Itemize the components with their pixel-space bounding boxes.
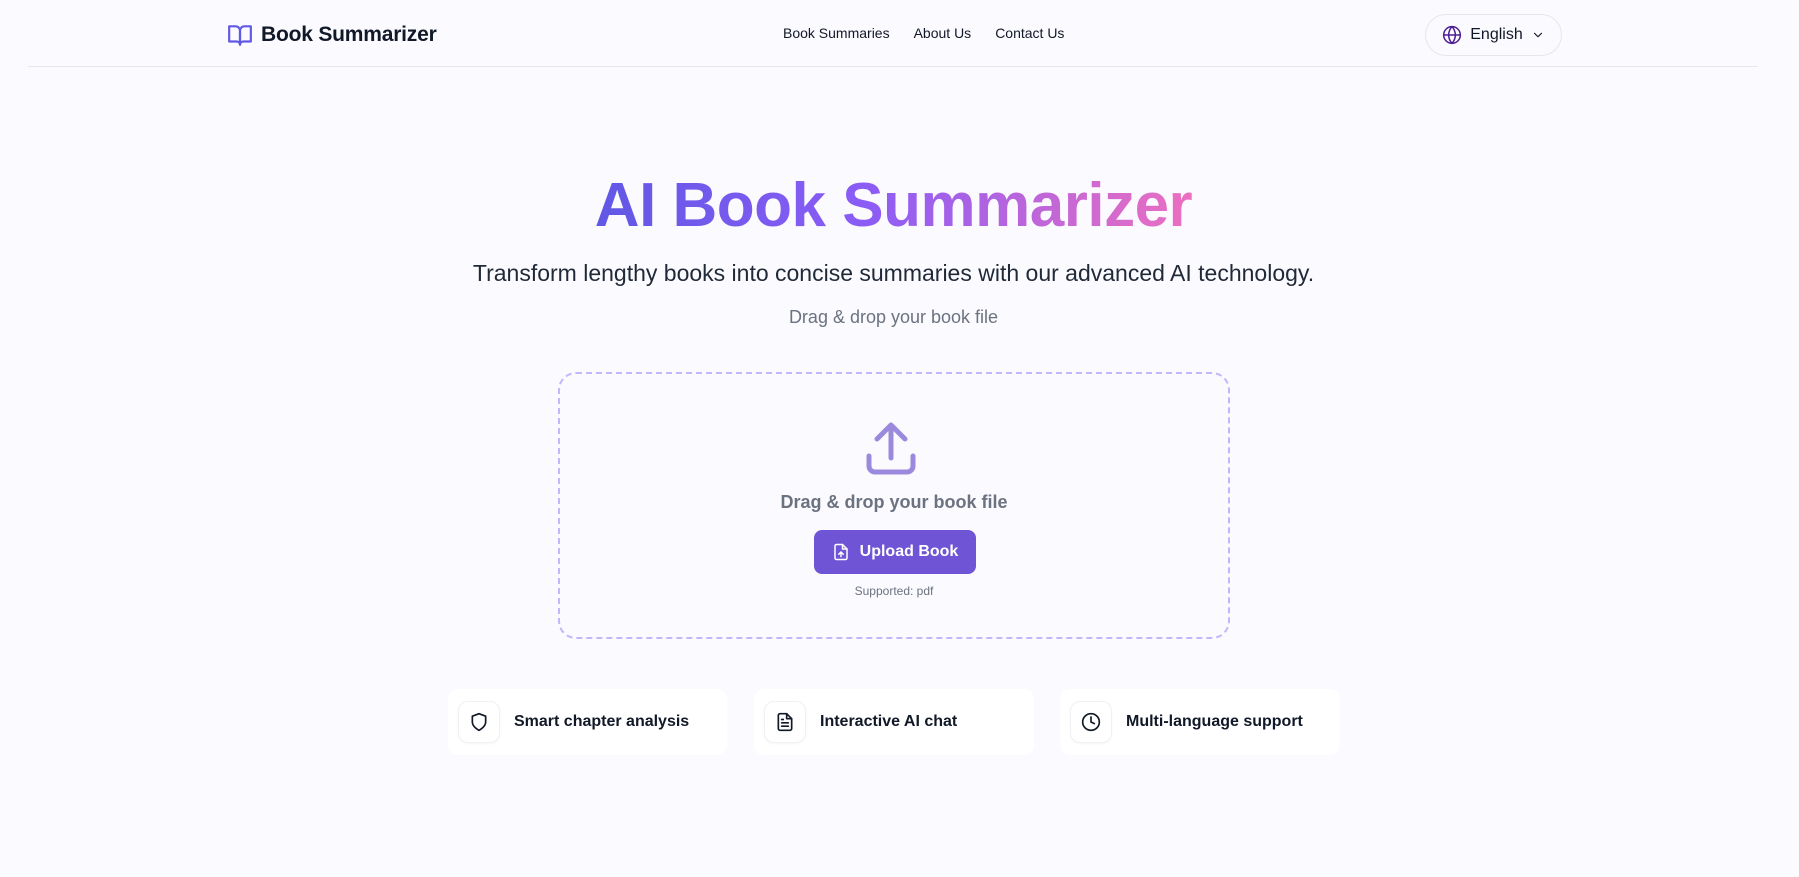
feature-card-multi-language: Multi-language support xyxy=(1060,689,1340,755)
supported-formats: Supported: pdf xyxy=(854,584,934,598)
dropzone-text: Drag & drop your book file xyxy=(780,492,1008,512)
feature-card-chapter-analysis: Smart chapter analysis xyxy=(448,689,727,755)
nav-book-summaries[interactable]: Book Summaries xyxy=(783,25,890,41)
open-book-icon xyxy=(228,25,252,46)
top-header: Book Summarizer Book Summaries About Us … xyxy=(28,0,1758,67)
hero-subtitle: Transform lengthy books into concise sum… xyxy=(472,260,1315,286)
feature-card-ai-chat: Interactive AI chat xyxy=(754,689,1034,755)
brand-name: Book Summarizer xyxy=(261,23,437,46)
nav-contact-us[interactable]: Contact Us xyxy=(995,25,1064,41)
upload-icon xyxy=(866,422,916,475)
document-icon xyxy=(777,712,793,732)
main-nav: Book Summaries About Us Contact Us xyxy=(783,25,1064,41)
feature-icon-box xyxy=(1070,701,1112,743)
file-dropzone[interactable]: Drag & drop your book file Upload Book S… xyxy=(558,372,1230,639)
globe-icon xyxy=(1443,25,1462,45)
language-selector[interactable]: English xyxy=(1425,14,1562,56)
brand[interactable]: Book Summarizer xyxy=(227,22,437,48)
feature-icon-box xyxy=(458,701,500,743)
hero-title-text: AI Book Summarizer xyxy=(594,171,1193,240)
chevron-down-icon xyxy=(1533,32,1542,38)
upload-book-label: Upload Book xyxy=(859,543,959,560)
feature-icon-box xyxy=(764,701,806,743)
file-upload-icon xyxy=(833,543,848,561)
feature-label: Smart chapter analysis xyxy=(514,713,690,730)
drag-drop-hint: Drag & drop your book file xyxy=(788,307,999,327)
hero-title: AI Book Summarizer xyxy=(0,170,1787,241)
upload-book-button[interactable]: Upload Book xyxy=(814,530,976,574)
language-label: English xyxy=(1470,26,1523,43)
shield-icon xyxy=(471,712,487,732)
nav-about-us[interactable]: About Us xyxy=(914,25,972,41)
feature-label: Interactive AI chat xyxy=(820,713,958,730)
clock-icon xyxy=(1081,712,1101,732)
feature-label: Multi-language support xyxy=(1126,713,1303,730)
